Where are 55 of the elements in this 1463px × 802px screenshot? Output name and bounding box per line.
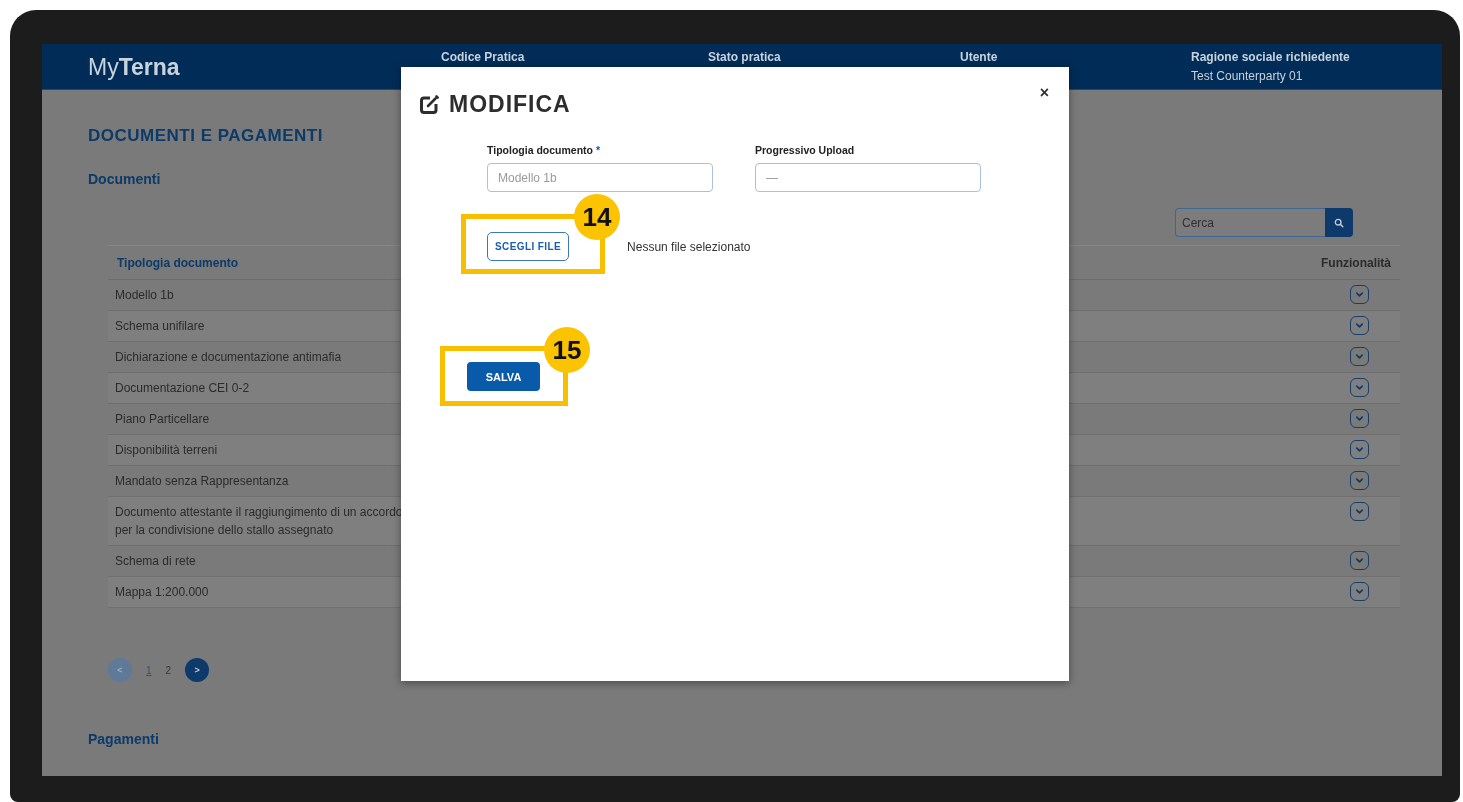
table-cell-text: Modello 1b [115,287,174,304]
callout-badge: 14 [574,194,620,240]
table-cell-text: Disponibilità terreni [115,442,218,459]
table-cell-text: Schema unifilare [115,318,205,335]
expand-button[interactable] [1350,582,1369,601]
callout-badge: 15 [544,327,590,373]
expand-button[interactable] [1350,440,1369,459]
chevron-down-icon [1355,556,1364,565]
chevron-down-icon [1355,414,1364,423]
field-label: Tipologia documento * [487,144,601,156]
table-cell-text: Mappa 1:200.000 [115,584,209,601]
choose-file-button[interactable]: SCEGLI FILE [487,232,570,261]
input-field[interactable]: Modello 1b [487,163,713,192]
section-title: Pagamenti [88,730,159,748]
header-label: Utente [960,50,999,64]
column-header: Funzionalità [1109,245,1400,280]
close-button[interactable]: × [1037,85,1051,101]
table-cell-text: Dichiarazione e documentazione antimafia [115,349,342,366]
input-field[interactable]: — [755,163,981,192]
expand-button[interactable] [1350,502,1369,521]
edit-icon [418,93,440,116]
expand-button[interactable] [1350,471,1369,490]
table-cell-text: Documentazione CEI 0-2 [115,380,250,397]
save-button[interactable]: SALVA [467,362,540,391]
chevron-down-icon [1355,290,1364,299]
header-label: Stato pratica [708,50,782,64]
page-title: DOCUMENTI E PAGAMENTI [88,126,323,146]
section-title: Documenti [88,170,161,188]
search-icon [1334,217,1344,228]
chevron-down-icon [1355,321,1364,330]
header-value: Test Counterparty 01 [1191,69,1304,83]
table-cell-text: Piano Particellare [115,411,210,428]
logo: MyTerna [87,53,181,82]
chevron-down-icon [1355,383,1364,392]
header-label: Ragione sociale richiedente [1191,50,1351,64]
field-label: Progressivo Upload [755,144,856,156]
chevron-down-icon [1355,445,1364,454]
page-arrow-button[interactable]: > [185,658,210,682]
header-label: Codice Pratica [441,50,526,64]
expand-button[interactable] [1350,316,1369,335]
expand-button[interactable] [1350,378,1369,397]
search-field[interactable]: Cerca [1175,208,1325,237]
search-button[interactable] [1325,208,1353,237]
table-cell-text: Documento attestante il raggiungimento di un accordo per la condivisione dello stallo assegnato [115,504,404,539]
table-cell-text: Mandato senza Rappresentanza [115,473,289,490]
chevron-down-icon [1355,587,1364,596]
chevron-down-icon [1355,507,1364,516]
chevron-down-icon [1355,352,1364,361]
expand-button[interactable] [1350,347,1369,366]
expand-button[interactable] [1350,285,1369,304]
expand-button[interactable] [1350,409,1369,428]
table-cell-text: Schema di rete [115,553,196,570]
expand-button[interactable] [1350,551,1369,570]
modal-title: MODIFICA [449,91,571,118]
chevron-down-icon [1355,476,1364,485]
